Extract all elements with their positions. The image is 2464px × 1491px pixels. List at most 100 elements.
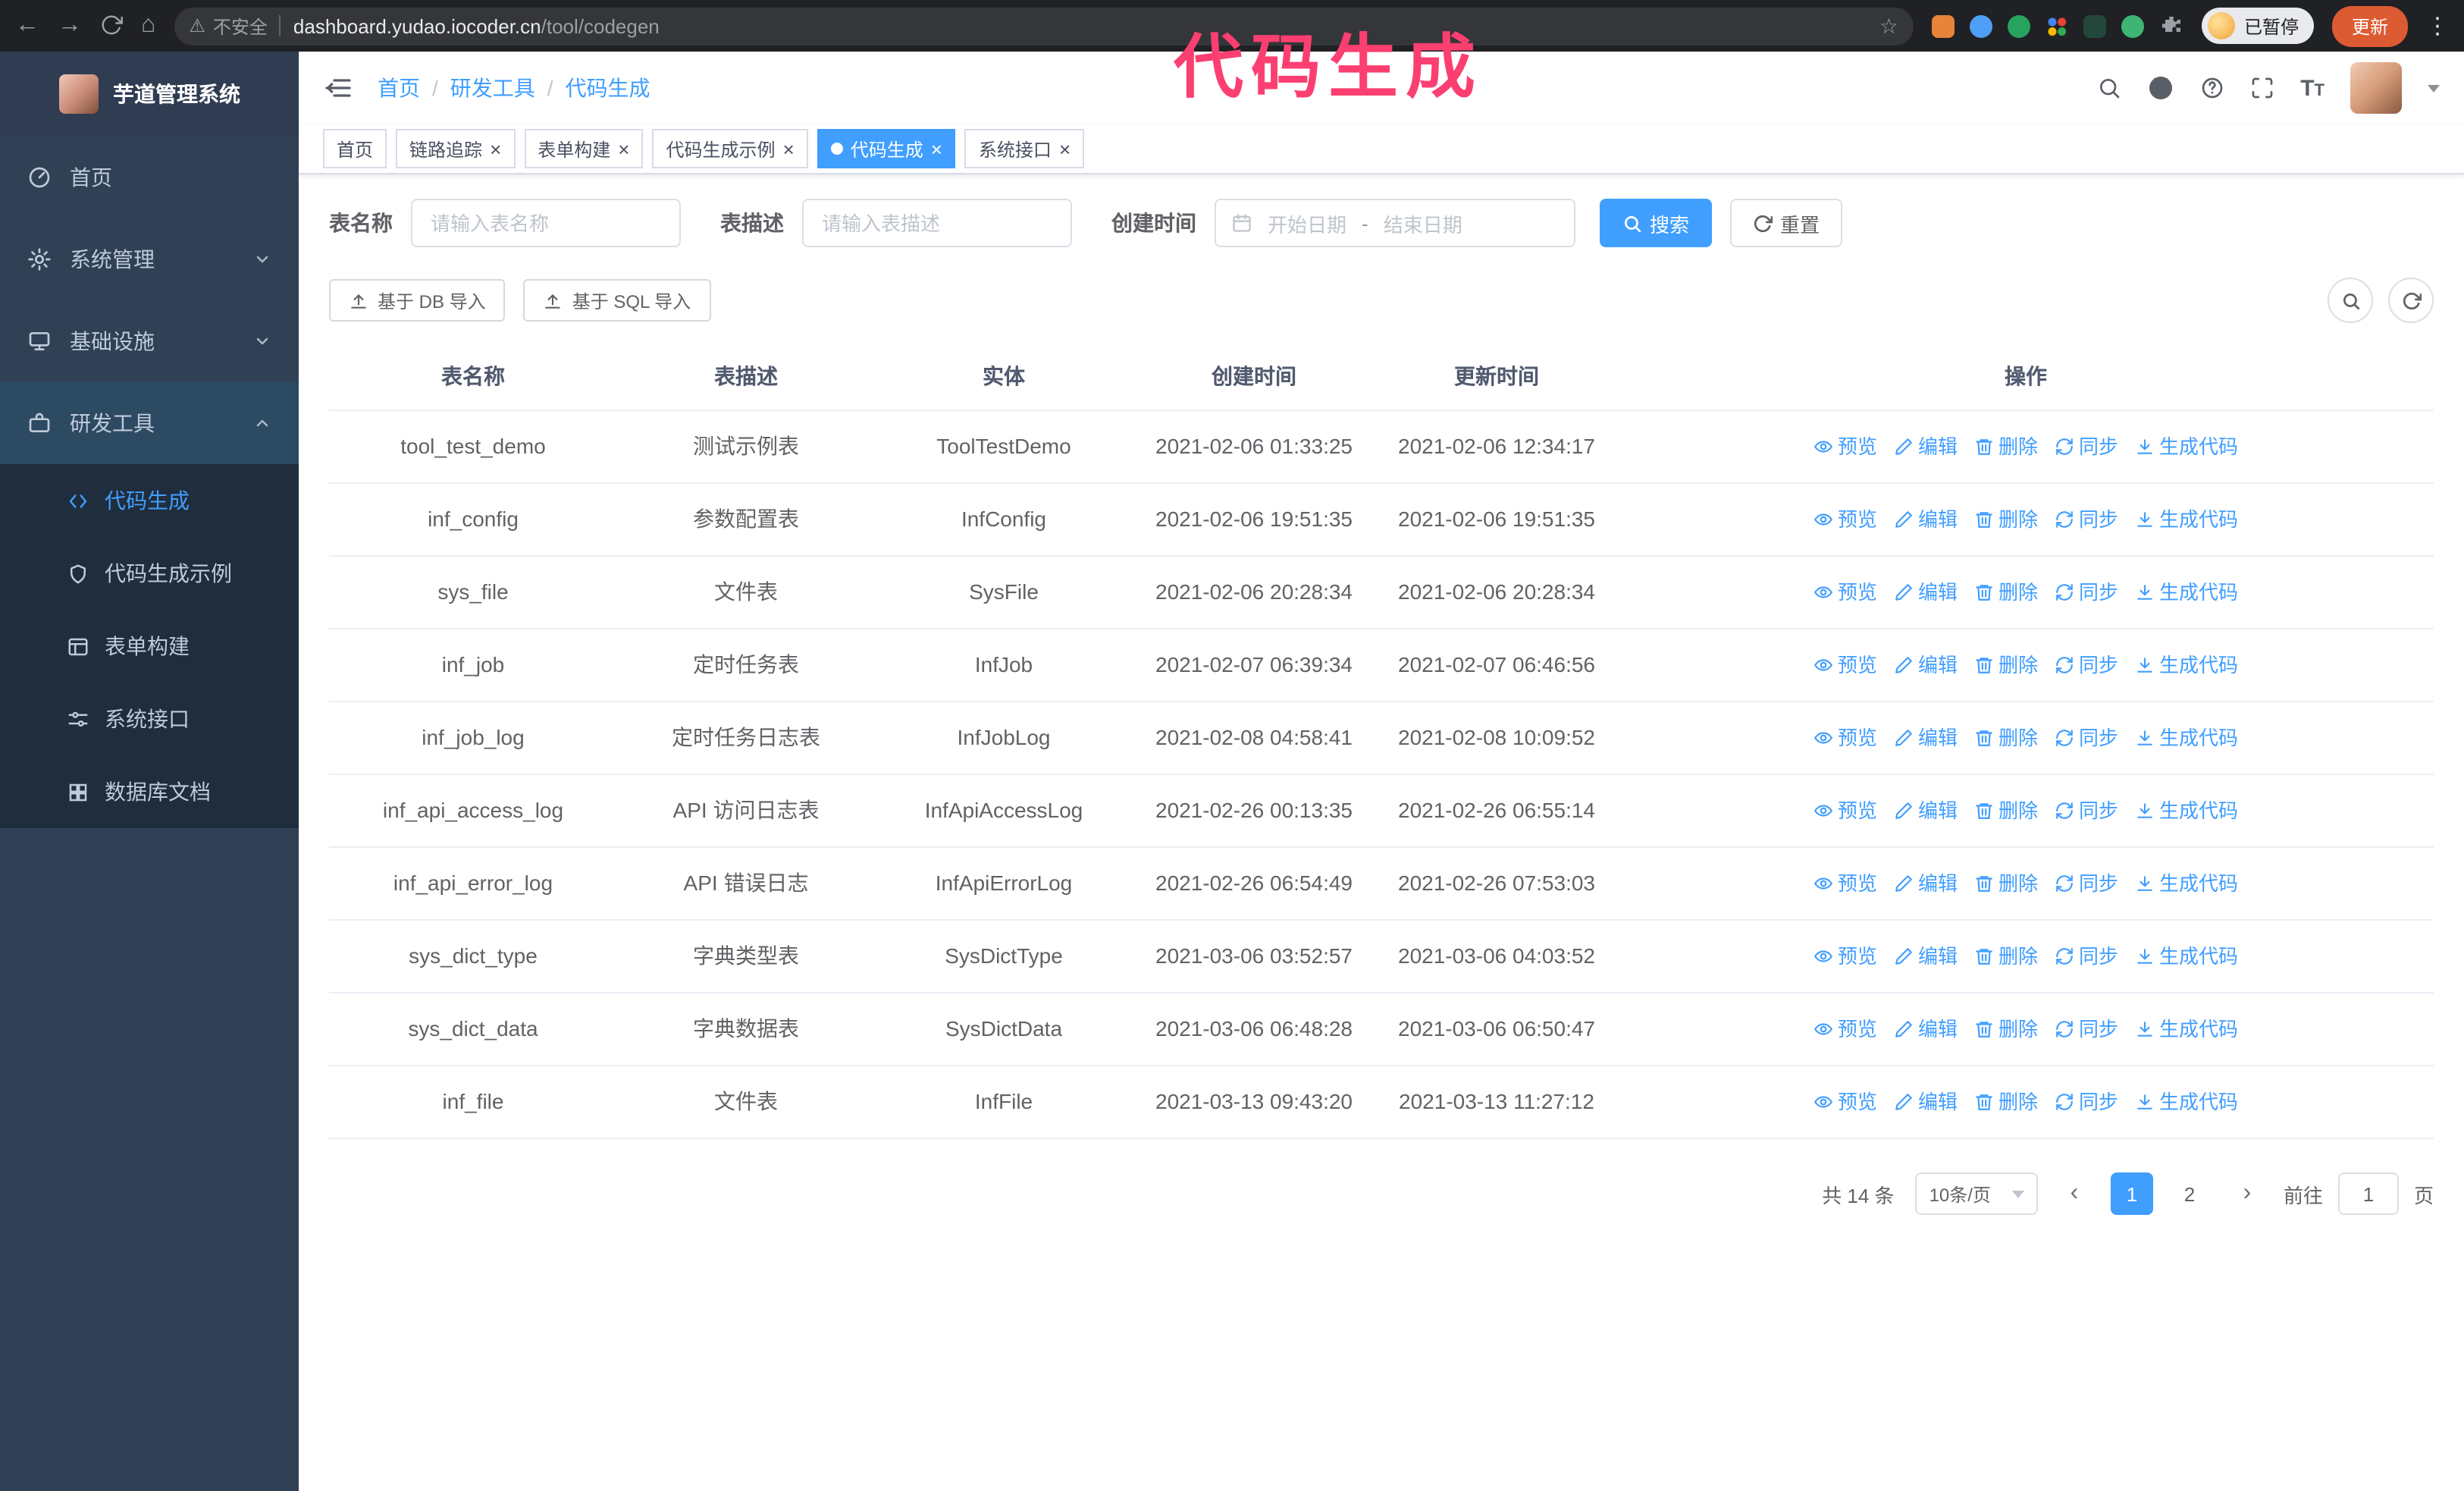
generate-code-link[interactable]: 生成代码 [2135,576,2238,608]
tab-codegen[interactable]: 代码生成 × [817,129,956,168]
tab-codegen-example[interactable]: 代码生成示例 × [652,129,808,168]
preview-link[interactable]: 预览 [1814,868,1877,899]
sync-link[interactable]: 同步 [2055,576,2118,608]
search-icon[interactable] [2097,76,2121,100]
import-db-button[interactable]: 基于 DB 导入 [329,279,506,322]
extension-icon-6[interactable] [2121,14,2144,37]
sidebar-item-home[interactable]: 首页 [0,137,299,218]
page-size-select[interactable]: 10条/页 [1915,1172,2038,1215]
import-sql-button[interactable]: 基于 SQL 导入 [523,279,711,322]
extension-icon-4[interactable] [2045,14,2068,37]
user-avatar[interactable] [2350,62,2402,114]
logo[interactable]: 芋道管理系统 [0,52,299,137]
extension-icon-2[interactable] [1969,14,1992,37]
edit-link[interactable]: 编辑 [1894,1086,1958,1118]
help-icon[interactable] [2200,76,2224,100]
sidebar-item-codegen-example[interactable]: 代码生成示例 [0,537,299,610]
extension-icon-5[interactable] [2083,14,2106,37]
edit-link[interactable]: 编辑 [1894,1013,1958,1045]
edit-link[interactable]: 编辑 [1894,576,1958,608]
generate-code-link[interactable]: 生成代码 [2135,940,2238,972]
sidebar-collapse-icon[interactable] [323,73,353,103]
generate-code-link[interactable]: 生成代码 [2135,431,2238,463]
browser-menu-icon[interactable]: ⋮ [2426,12,2449,39]
puzzle-icon[interactable] [2159,12,2183,39]
generate-code-link[interactable]: 生成代码 [2135,1086,2238,1118]
tab-home[interactable]: 首页 [323,129,387,168]
prev-page-button[interactable]: ‹ [2053,1172,2096,1215]
sync-link[interactable]: 同步 [2055,1086,2118,1118]
refresh-icon[interactable] [100,14,123,38]
delete-link[interactable]: 删除 [1974,1013,2038,1045]
tab-close-icon[interactable]: × [783,139,795,159]
sync-link[interactable]: 同步 [2055,868,2118,899]
preview-link[interactable]: 预览 [1814,431,1877,463]
generate-code-link[interactable]: 生成代码 [2135,868,2238,899]
back-icon[interactable]: ← [15,13,39,38]
search-button[interactable]: 搜索 [1600,199,1713,247]
preview-link[interactable]: 预览 [1814,795,1877,827]
preview-link[interactable]: 预览 [1814,940,1877,972]
next-page-button[interactable]: › [2226,1172,2268,1215]
bookmark-star-icon[interactable]: ☆ [1879,13,1898,39]
sync-link[interactable]: 同步 [2055,504,2118,535]
github-icon[interactable] [2147,74,2174,102]
sidebar-item-system-api[interactable]: 系统接口 [0,683,299,755]
sync-link[interactable]: 同步 [2055,649,2118,681]
generate-code-link[interactable]: 生成代码 [2135,722,2238,754]
sidebar-item-infra[interactable]: 基础设施 [0,300,299,382]
home-icon[interactable]: ⌂ [141,13,155,38]
delete-link[interactable]: 删除 [1974,431,2038,463]
sync-link[interactable]: 同步 [2055,795,2118,827]
preview-link[interactable]: 预览 [1814,1013,1877,1045]
tab-close-icon[interactable]: × [618,139,629,159]
delete-link[interactable]: 删除 [1974,722,2038,754]
date-range-picker[interactable]: 开始日期 - 结束日期 [1215,199,1575,247]
sync-link[interactable]: 同步 [2055,1013,2118,1045]
edit-link[interactable]: 编辑 [1894,504,1958,535]
sidebar-item-form-builder[interactable]: 表单构建 [0,610,299,683]
font-size-icon[interactable]: TT [2300,75,2324,101]
reset-button[interactable]: 重置 [1730,199,1843,247]
edit-link[interactable]: 编辑 [1894,649,1958,681]
delete-link[interactable]: 删除 [1974,1086,2038,1118]
tab-close-icon[interactable]: × [1059,139,1071,159]
preview-link[interactable]: 预览 [1814,649,1877,681]
tab-close-icon[interactable]: × [490,139,501,159]
tab-close-icon[interactable]: × [931,139,942,159]
extension-icon-1[interactable] [1931,14,1955,37]
forward-icon[interactable]: → [58,13,82,38]
preview-link[interactable]: 预览 [1814,1086,1877,1118]
avatar-caret-icon[interactable] [2428,84,2440,92]
table-desc-input[interactable] [802,199,1072,247]
goto-page-input[interactable] [2337,1172,2399,1215]
preview-link[interactable]: 预览 [1814,576,1877,608]
sidebar-item-codegen[interactable]: 代码生成 [0,464,299,537]
preview-link[interactable]: 预览 [1814,504,1877,535]
security-chip[interactable]: ⚠ 不安全 [189,13,268,39]
extension-icon-3[interactable] [2007,14,2030,37]
breadcrumb-item[interactable]: 首页 [378,73,420,103]
chrome-update-button[interactable]: 更新 [2331,5,2408,46]
sidebar-item-db-doc[interactable]: 数据库文档 [0,755,299,828]
generate-code-link[interactable]: 生成代码 [2135,795,2238,827]
page-button-2[interactable]: 2 [2168,1172,2211,1215]
search-toggle-button[interactable] [2328,278,2373,323]
breadcrumb-item[interactable]: 研发工具 [450,73,535,103]
delete-link[interactable]: 删除 [1974,795,2038,827]
delete-link[interactable]: 删除 [1974,576,2038,608]
generate-code-link[interactable]: 生成代码 [2135,504,2238,535]
preview-link[interactable]: 预览 [1814,722,1877,754]
tab-system-api[interactable]: 系统接口 × [964,129,1085,168]
edit-link[interactable]: 编辑 [1894,431,1958,463]
breadcrumb-item[interactable]: 代码生成 [566,73,650,103]
page-button-1[interactable]: 1 [2110,1172,2153,1215]
address-bar[interactable]: ⚠ 不安全 dashboard.yudao.iocoder.cn/tool/co… [174,7,1914,45]
delete-link[interactable]: 删除 [1974,940,2038,972]
profile-paused-badge[interactable]: 已暂停 [2201,8,2314,44]
sync-link[interactable]: 同步 [2055,722,2118,754]
tab-tracing[interactable]: 链路追踪 × [396,129,516,168]
sync-link[interactable]: 同步 [2055,431,2118,463]
sidebar-item-dev-tools[interactable]: 研发工具 [0,382,299,464]
fullscreen-icon[interactable] [2250,76,2274,100]
